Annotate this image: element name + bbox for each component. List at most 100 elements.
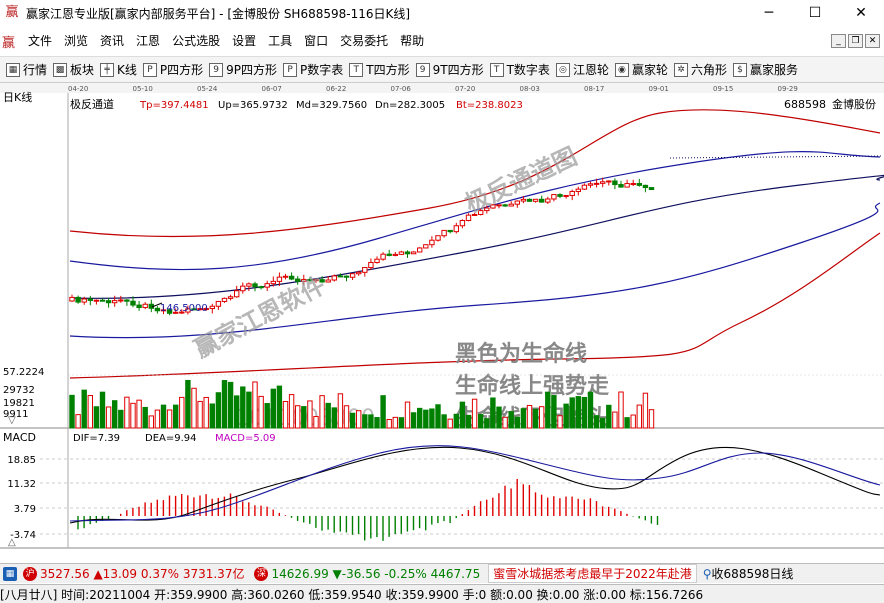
kline-chart[interactable]: 04-20 05-10 05-24 06-07 06-22 07-06 07-20 08-03… — [0, 83, 884, 563]
menu-help[interactable]: 帮助 — [394, 30, 430, 52]
toolbar: ▦ 行情 ▩ 板块 ╪ K线 P P四方形 9 9P四方形 P P数字表 T T四方形 9 9T四方形 T T数字… — [0, 56, 884, 83]
volume-bar — [215, 392, 222, 429]
volume-bar — [105, 406, 112, 429]
volume-axis-label: 9911 — [3, 409, 28, 420]
toolbar-button-0[interactable]: ▦ 行情 — [6, 61, 47, 78]
candle-body — [606, 180, 612, 183]
candle-body — [282, 275, 289, 278]
toolbar-label: 赢家轮 — [631, 63, 668, 77]
candle-body — [465, 214, 472, 221]
low-price-label: 146.5000 — [160, 303, 208, 314]
indicator-name: 极反通道 — [70, 97, 114, 111]
candle-body — [209, 305, 216, 310]
volume-bar — [386, 418, 392, 429]
title-bar: 赢 赢家江恩专业版[赢家内部服务平台] - [金博股份 SH688598-116… — [0, 0, 884, 26]
volume-bar — [325, 402, 331, 429]
candle-body — [142, 303, 148, 309]
indicator-bt: Bt=238.8023 — [456, 100, 523, 111]
macd-axis-label: 11.32 — [7, 479, 36, 490]
toolbar-button-10[interactable]: ◉ 赢家轮 — [614, 61, 668, 78]
toolbar-button-12[interactable]: $ 赢家服务 — [732, 61, 798, 78]
volume-bar — [551, 395, 557, 429]
candle-body — [447, 229, 453, 233]
candle-body — [227, 296, 234, 299]
menu-window[interactable]: 窗口 — [298, 30, 334, 52]
favorite-label[interactable]: 收688598日线 — [712, 565, 794, 582]
volume-bar — [227, 381, 234, 429]
candle-body — [325, 279, 331, 283]
toolbar-button-11[interactable]: ✲ 六角形 — [673, 61, 727, 78]
candle-body — [331, 275, 338, 281]
menu-gann[interactable]: 江恩 — [130, 30, 166, 52]
volume-bar — [404, 401, 411, 429]
toolbar-button-4[interactable]: 9 9P四方形 — [209, 61, 277, 78]
candle-body — [398, 251, 405, 255]
menu-tools[interactable]: 工具 — [262, 30, 298, 52]
candle-body — [630, 183, 636, 186]
toolbar-button-7[interactable]: 9 9T四方形 — [415, 61, 484, 78]
volume-bar — [453, 413, 460, 429]
toolbar-button-6[interactable]: T T四方形 — [349, 61, 410, 78]
mdi-restore-button[interactable]: ❐ — [848, 34, 863, 48]
volume-bar — [581, 396, 588, 429]
menu-formula[interactable]: 公式选股 — [166, 30, 226, 52]
candle-body — [258, 286, 264, 289]
volume-bar — [136, 399, 142, 429]
volume-bar — [203, 396, 209, 429]
volume-bar — [240, 386, 246, 429]
favorite-icon[interactable]: ⚲ — [703, 567, 712, 581]
toolbar-button-9[interactable]: ◎ 江恩轮 — [555, 61, 609, 78]
candle-body — [453, 225, 460, 233]
menu-settings[interactable]: 设置 — [226, 30, 262, 52]
volume-bar — [118, 409, 124, 429]
volume-bar — [160, 404, 167, 429]
volume-bar — [69, 394, 75, 429]
sz-index-pct: -0.25% — [384, 566, 427, 581]
volume-bar — [142, 406, 148, 429]
candle-body — [502, 204, 508, 207]
menu-file[interactable]: 文件 — [22, 30, 58, 52]
toolbar-button-8[interactable]: T T数字表 — [489, 61, 550, 78]
mdi-minimize-button[interactable]: _ — [831, 34, 846, 48]
volume-bar — [441, 414, 447, 429]
lower-channel-line — [69, 202, 881, 339]
volume-bar — [331, 407, 338, 429]
volume-bar — [423, 409, 429, 429]
volume-bar — [459, 401, 466, 429]
toolbar-label: 行情 — [23, 63, 48, 77]
mdi-close-button[interactable]: ✕ — [865, 34, 880, 48]
candle-body — [581, 184, 588, 190]
close-button[interactable]: ✕ — [838, 0, 884, 26]
volume-bar — [234, 395, 240, 429]
toolbar-label: 赢家服务 — [749, 63, 798, 77]
volume-bar — [179, 396, 185, 429]
grid-status-icon[interactable]: ▦ — [3, 566, 17, 581]
volume-bar — [185, 379, 191, 429]
menu-browse[interactable]: 浏览 — [58, 30, 94, 52]
blocks-icon: ▩ — [53, 62, 68, 77]
candle-body — [99, 299, 106, 302]
sz-index-value: 14626.99 — [271, 566, 329, 581]
toolbar-button-3[interactable]: P P四方形 — [142, 61, 203, 78]
news-ticker[interactable]: 蜜雪冰城据悉考虑最早于2022年赴港 — [488, 564, 697, 583]
date-tick-label: 09-29 — [778, 85, 798, 93]
toolbar-button-1[interactable]: ▩ 板块 — [53, 61, 94, 78]
toolbar-button-5[interactable]: P P数字表 — [283, 61, 343, 78]
toolbar-label: 板块 — [70, 63, 95, 77]
stock-name: 金博股份 — [832, 97, 876, 111]
toolbar-button-2[interactable]: ╪ K线 — [100, 61, 137, 78]
candle-body — [642, 184, 649, 189]
indicator-dn: Dn=282.3005 — [375, 100, 445, 111]
volume-bar — [417, 407, 423, 429]
candle-body — [404, 251, 411, 255]
menu-news[interactable]: 资讯 — [94, 30, 130, 52]
macd-dea: DEA=9.94 — [145, 433, 197, 444]
minimize-button[interactable]: ─ — [746, 0, 792, 26]
candle-body — [508, 203, 514, 207]
candle-body — [93, 299, 100, 302]
volume-bar — [99, 391, 106, 429]
menu-trade[interactable]: 交易委托 — [334, 30, 394, 52]
maximize-button[interactable]: ☐ — [792, 0, 838, 26]
candle-body — [343, 275, 350, 278]
sh-index-change: ▲13.09 — [93, 566, 138, 581]
